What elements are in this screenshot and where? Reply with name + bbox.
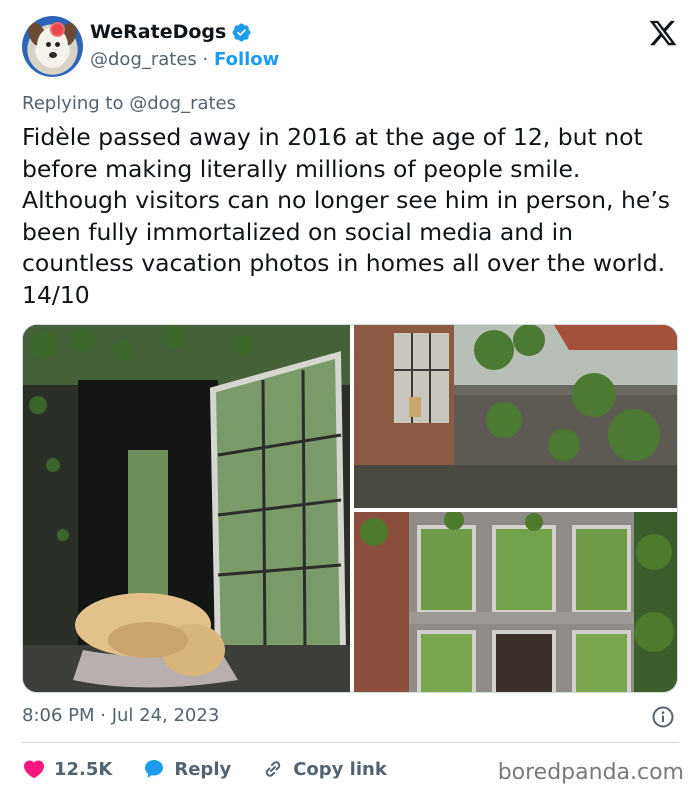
heart-icon	[23, 760, 45, 779]
author-handle-row: @dog_rates · Follow	[90, 49, 279, 70]
photo-dog-in-window[interactable]	[23, 325, 350, 692]
action-bar: 12.5K Reply Copy link	[22, 754, 417, 784]
author-name-row: WeRateDogs	[90, 21, 252, 43]
media-grid[interactable]	[22, 324, 678, 693]
author-display-name[interactable]: WeRateDogs	[90, 21, 226, 43]
info-icon[interactable]	[651, 705, 675, 729]
like-button[interactable]: 12.5K	[22, 757, 112, 781]
tweet-text: Fidèle passed away in 2016 at the age of…	[22, 123, 671, 309]
copy-link-button[interactable]: Copy link	[261, 757, 387, 781]
copy-link-label: Copy link	[293, 758, 387, 780]
tweet-header: WeRateDogs @dog_rates · Follow	[22, 16, 682, 78]
x-logo-icon[interactable]	[648, 18, 678, 48]
verified-badge-icon	[232, 23, 251, 41]
author-handle[interactable]: @dog_rates	[90, 49, 197, 70]
watermark: boredpanda.com	[497, 760, 684, 785]
reply-button[interactable]: Reply	[142, 757, 231, 781]
handle-separator: ·	[202, 49, 209, 70]
tweet-timestamp[interactable]: 8:06 PM · Jul 24, 2023	[22, 705, 219, 726]
link-icon	[266, 761, 281, 777]
divider	[22, 742, 679, 743]
reply-label: Reply	[174, 758, 232, 780]
photo-building-wall-canal[interactable]	[354, 325, 677, 508]
reply-bubble-icon	[145, 760, 164, 778]
avatar[interactable]	[22, 16, 83, 77]
likes-count: 12.5K	[54, 758, 113, 780]
follow-button[interactable]: Follow	[214, 49, 279, 70]
replying-to[interactable]: Replying to @dog_rates	[22, 93, 236, 114]
photo-ivy-windows[interactable]	[354, 512, 677, 692]
